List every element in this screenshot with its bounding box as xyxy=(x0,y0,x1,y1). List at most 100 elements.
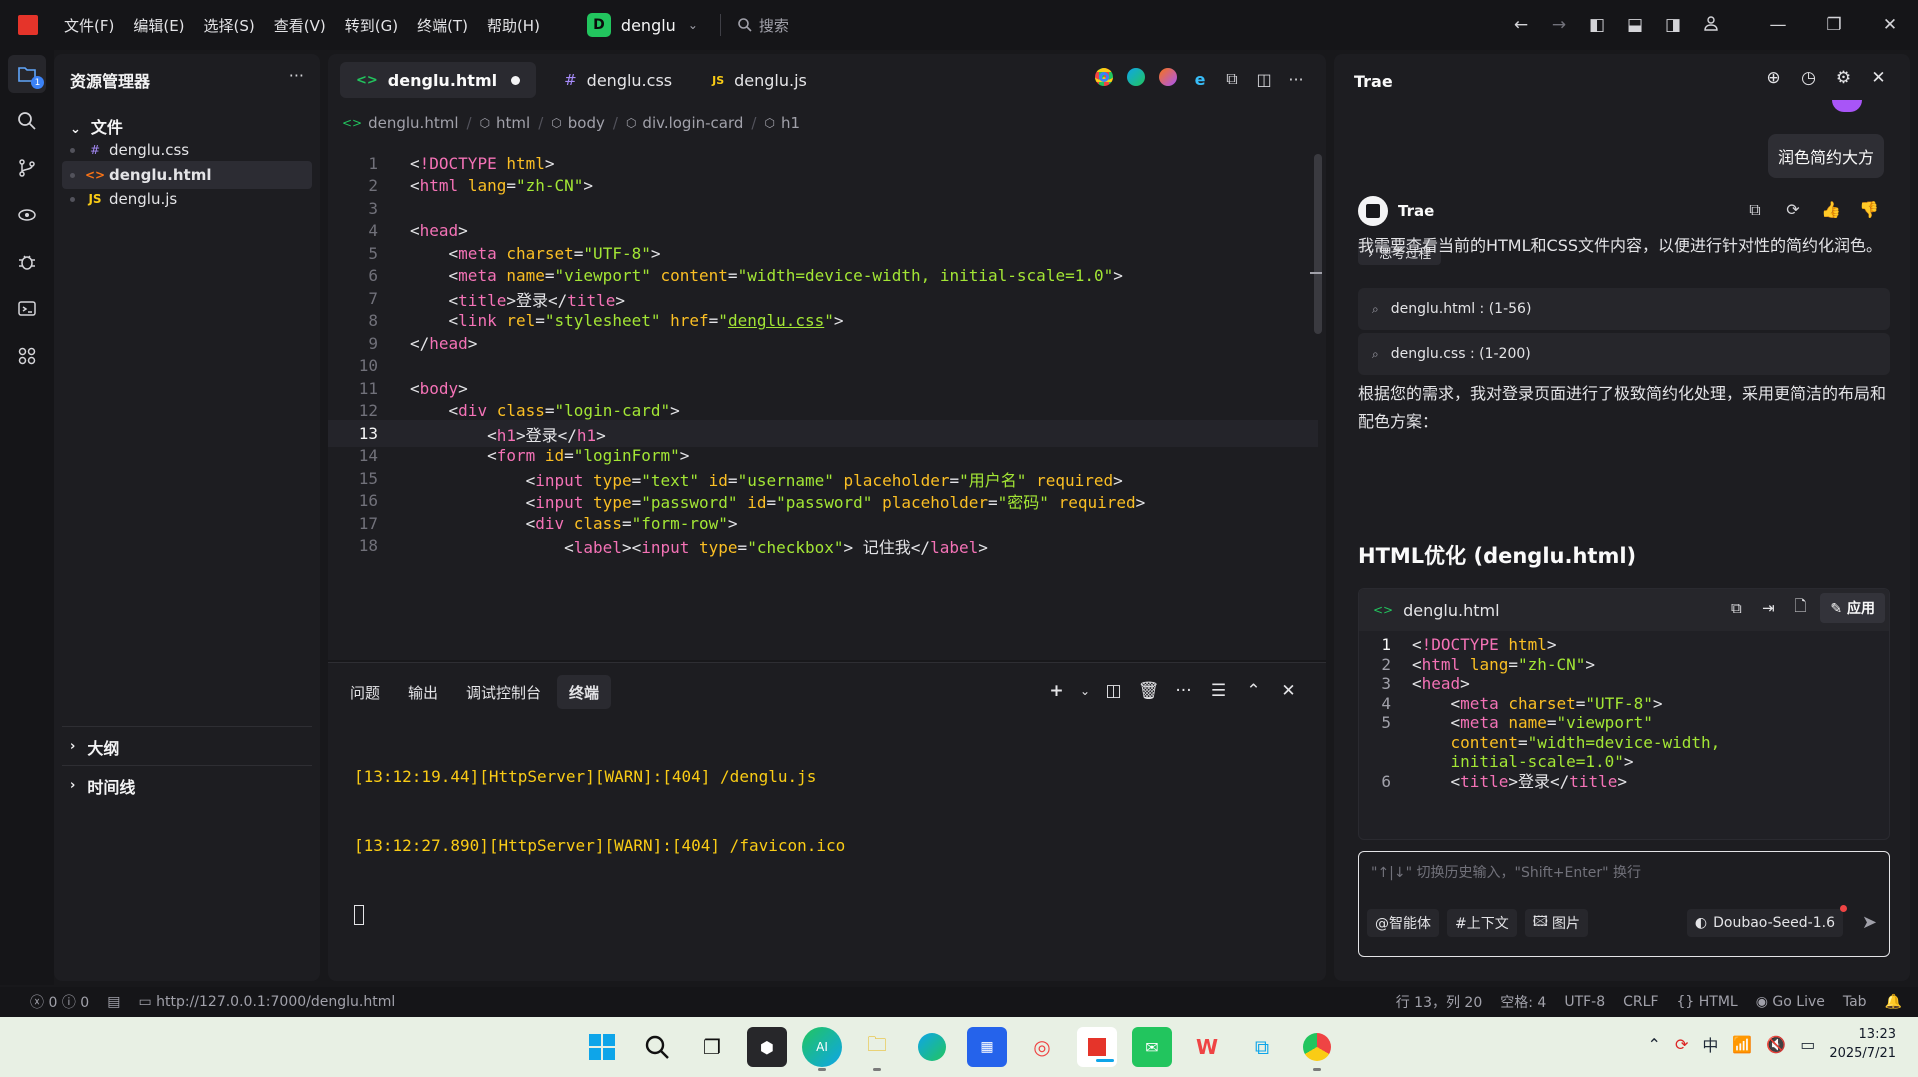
agent-chip[interactable]: @智能体 xyxy=(1367,909,1439,937)
menu-edit[interactable]: 编辑(E) xyxy=(133,15,184,36)
app-cube-icon[interactable]: ⬢ xyxy=(747,1027,787,1067)
thumbs-down-icon[interactable]: 👎 xyxy=(1850,200,1888,220)
language-mode[interactable]: {} HTML xyxy=(1677,994,1738,1010)
volume-mute-icon[interactable]: 🔇 xyxy=(1766,1035,1786,1054)
clock[interactable]: 13:23 2025/7/21 xyxy=(1829,1025,1896,1063)
code-editor[interactable]: 1 <!DOCTYPE html> 2 <html lang="zh-CN"> 3 … xyxy=(328,150,1326,660)
preview-url[interactable]: ▭ http://127.0.0.1:7000/denglu.html xyxy=(138,994,395,1010)
firefox-preview-icon[interactable] xyxy=(1152,68,1184,90)
file-reference[interactable]: ⌕ denglu.html : (1-56) xyxy=(1358,288,1890,330)
tab-output[interactable]: 输出 xyxy=(396,675,450,709)
open-preview-icon[interactable]: ⧉ xyxy=(1216,69,1248,89)
battery-icon[interactable]: ▭ xyxy=(1800,1035,1815,1054)
close-window-icon[interactable]: ✕ xyxy=(1862,15,1918,35)
tab-mode[interactable]: Tab xyxy=(1843,994,1867,1010)
breadcrumb-div[interactable]: div.login-card xyxy=(642,114,743,132)
minimize-icon[interactable]: — xyxy=(1750,15,1806,35)
new-chat-icon[interactable]: ⊕ xyxy=(1756,68,1791,88)
file-explorer-icon[interactable]: 🗀 xyxy=(857,1027,897,1071)
remote-desktop-icon[interactable]: ⧉ xyxy=(1242,1027,1282,1067)
indentation[interactable]: 空格: 4 xyxy=(1500,992,1546,1012)
unsaved-dot-icon[interactable] xyxy=(511,75,521,85)
store-icon[interactable]: ▦ xyxy=(967,1027,1007,1067)
trash-icon[interactable]: 🗑 xyxy=(1131,681,1166,701)
split-terminal-icon[interactable]: ◫ xyxy=(1096,681,1131,701)
more-actions-icon[interactable]: ··· xyxy=(1280,70,1312,89)
thumbs-up-icon[interactable]: 👍 xyxy=(1812,200,1850,220)
tab-debug-console[interactable]: 调试控制台 xyxy=(454,675,553,709)
image-chip[interactable]: 🖾 图片 xyxy=(1524,909,1588,937)
chevron-down-icon[interactable]: ⌄ xyxy=(1074,684,1096,698)
tab-terminal[interactable]: 终端 xyxy=(557,675,612,709)
close-icon[interactable]: ✕ xyxy=(1861,68,1896,88)
encoding[interactable]: UTF-8 xyxy=(1564,994,1605,1010)
bell-icon[interactable]: 🔔 xyxy=(1885,994,1902,1010)
send-icon[interactable]: ➤ xyxy=(1862,912,1877,933)
toggle-aux-panel-icon[interactable]: ◨ xyxy=(1654,15,1692,35)
tab-denglu-js[interactable]: JS denglu.js xyxy=(696,62,823,98)
editor-scrollbar[interactable] xyxy=(1314,154,1322,334)
menu-selection[interactable]: 选择(S) xyxy=(204,15,255,36)
chrome-icon[interactable] xyxy=(1297,1027,1337,1071)
toggle-sidebar-icon[interactable]: ◧ xyxy=(1578,15,1616,35)
menu-file[interactable]: 文件(F) xyxy=(64,15,114,36)
swirl-app-icon[interactable]: ◎ xyxy=(1022,1027,1062,1067)
back-arrow-icon[interactable]: ← xyxy=(1502,15,1540,35)
folder-files[interactable]: ⌄ 文件 xyxy=(70,114,123,138)
command-search[interactable]: 搜索 xyxy=(737,15,789,36)
panel-layout-icon[interactable]: ☰ xyxy=(1201,681,1236,701)
explorer-activity[interactable]: 1 xyxy=(8,55,46,93)
menu-goto[interactable]: 转到(G) xyxy=(345,15,398,36)
toggle-panel-icon[interactable]: ⬓ xyxy=(1616,15,1654,35)
menu-help[interactable]: 帮助(H) xyxy=(487,15,540,36)
trae-taskbar-icon[interactable] xyxy=(1077,1027,1117,1067)
source-control-activity[interactable] xyxy=(8,149,46,187)
insert-icon[interactable]: ⇥ xyxy=(1752,599,1784,617)
model-selector[interactable]: ◐ Doubao-Seed-1.6 xyxy=(1686,905,1847,937)
wechat-icon[interactable]: ✉ xyxy=(1132,1027,1172,1067)
tab-denglu-css[interactable]: # denglu.css xyxy=(548,62,688,98)
terminal-activity[interactable] xyxy=(8,290,46,328)
breadcrumb-body[interactable]: body xyxy=(568,114,605,132)
problems-status[interactable]: ⓧ 0 ⓘ 0 xyxy=(30,992,89,1012)
split-editor-icon[interactable]: ◫ xyxy=(1248,70,1280,89)
breadcrumb-file[interactable]: denglu.html xyxy=(368,114,458,132)
maximize-panel-icon[interactable]: ⌃ xyxy=(1236,681,1271,701)
menu-view[interactable]: 查看(V) xyxy=(274,15,326,36)
edge-browser-icon[interactable] xyxy=(912,1027,952,1067)
file-reference[interactable]: ⌕ denglu.css : (1-200) xyxy=(1358,333,1890,375)
tab-problems[interactable]: 问题 xyxy=(338,675,392,709)
regenerate-icon[interactable]: ⟳ xyxy=(1774,200,1812,220)
outline-section[interactable]: › 大纲 xyxy=(62,726,312,766)
search-activity[interactable] xyxy=(8,102,46,140)
apply-button[interactable]: ✎ 应用 xyxy=(1820,593,1885,623)
gear-icon[interactable]: ⚙ xyxy=(1826,68,1861,88)
chevron-up-icon[interactable]: ⌃ xyxy=(1648,1035,1661,1054)
wps-icon[interactable]: W xyxy=(1187,1027,1227,1067)
chrome-preview-icon[interactable] xyxy=(1088,68,1120,90)
remote-activity[interactable] xyxy=(8,196,46,234)
debug-activity[interactable] xyxy=(8,243,46,281)
history-icon[interactable]: ◷ xyxy=(1791,68,1826,88)
copy-icon[interactable]: ⧉ xyxy=(1720,599,1752,617)
more-icon[interactable]: ··· xyxy=(1166,681,1201,701)
task-view-icon[interactable]: ❐ xyxy=(692,1027,732,1067)
wifi-icon[interactable]: 📶 xyxy=(1732,1035,1752,1054)
close-panel-icon[interactable]: ✕ xyxy=(1271,681,1306,701)
more-icon[interactable]: ··· xyxy=(289,66,304,85)
maximize-icon[interactable]: ❐ xyxy=(1806,15,1862,35)
tab-denglu-html[interactable]: <> denglu.html xyxy=(340,62,537,98)
forward-arrow-icon[interactable]: → xyxy=(1540,15,1578,35)
menu-terminal[interactable]: 终端(T) xyxy=(417,15,468,36)
timeline-section[interactable]: › 时间线 xyxy=(62,765,312,805)
edge-ai-icon[interactable]: AI xyxy=(802,1027,842,1071)
line-ending[interactable]: CRLF xyxy=(1623,994,1658,1010)
account-icon[interactable] xyxy=(1692,15,1730,36)
ports-icon[interactable]: ▤ xyxy=(107,994,120,1010)
cursor-position[interactable]: 行 13，列 20 xyxy=(1396,992,1483,1012)
file-item-js[interactable]: JS denglu.js xyxy=(62,185,312,213)
edge-preview-icon[interactable] xyxy=(1120,68,1152,90)
file-item-css[interactable]: # denglu.css xyxy=(62,136,312,164)
terminal-output[interactable]: [13:12:19.44][HttpServer][WARN]:[404] /d… xyxy=(354,719,845,971)
new-terminal-icon[interactable]: + xyxy=(1039,681,1074,701)
